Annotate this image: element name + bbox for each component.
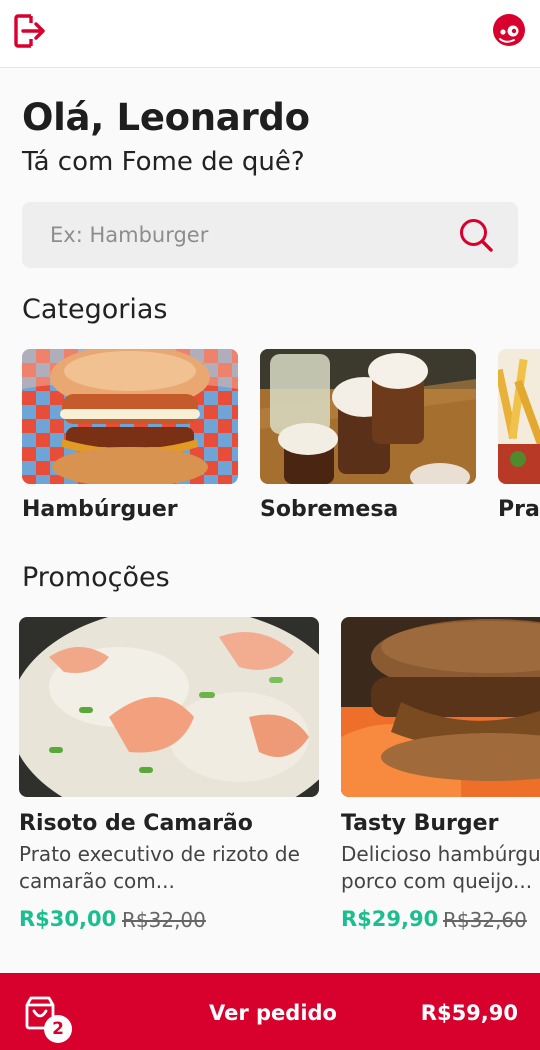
promotions-title: Promoções (22, 562, 170, 593)
cart-total: R$59,90 (420, 1001, 518, 1025)
fries-image (498, 349, 540, 484)
search-input[interactable] (22, 202, 452, 268)
promo-price: R$29,90 (341, 907, 439, 931)
view-order-label: Ver pedido (209, 1001, 337, 1025)
promo-card-risoto[interactable]: Risoto de Camarão Prato executivo de riz… (19, 617, 319, 932)
greeting-subtitle: Tá com Fome de quê? (22, 147, 305, 177)
risotto-image (19, 617, 319, 797)
promo-price: R$30,00 (19, 907, 117, 931)
promo-old-price: R$32,60 (443, 908, 527, 932)
category-card-hamburguer[interactable]: Hambúrguer (22, 349, 238, 522)
top-app-bar (0, 0, 540, 68)
tasty-burger-image (341, 617, 540, 797)
category-label: Prato (498, 497, 540, 522)
promo-description: Prato executivo de rizoto de camarão com… (19, 842, 300, 893)
user-avatar-icon[interactable] (492, 13, 526, 47)
search-icon[interactable] (458, 217, 494, 253)
cart-count-badge: 2 (44, 1015, 72, 1043)
search-bar (22, 202, 518, 268)
promo-name: Tasty Burger (341, 811, 499, 836)
promo-old-price: R$32,00 (122, 908, 206, 932)
category-card-prato[interactable]: Prato (498, 349, 540, 522)
promo-description: Delicioso hambúrguer de porco com queijo… (341, 842, 540, 893)
promo-card-tasty-burger[interactable]: Tasty Burger Delicioso hambúrguer de por… (341, 617, 540, 932)
logout-icon[interactable] (13, 13, 47, 49)
dessert-image (260, 349, 476, 484)
category-card-sobremesa[interactable]: Sobremesa (260, 349, 476, 522)
greeting-title: Olá, Leonardo (22, 96, 310, 139)
categories-title: Categorias (22, 294, 168, 325)
category-label: Sobremesa (260, 497, 399, 522)
category-label: Hambúrguer (22, 497, 178, 522)
view-order-button[interactable]: 2 Ver pedido R$59,90 (0, 973, 540, 1050)
promo-name: Risoto de Camarão (19, 811, 253, 836)
hamburger-image (22, 349, 238, 484)
